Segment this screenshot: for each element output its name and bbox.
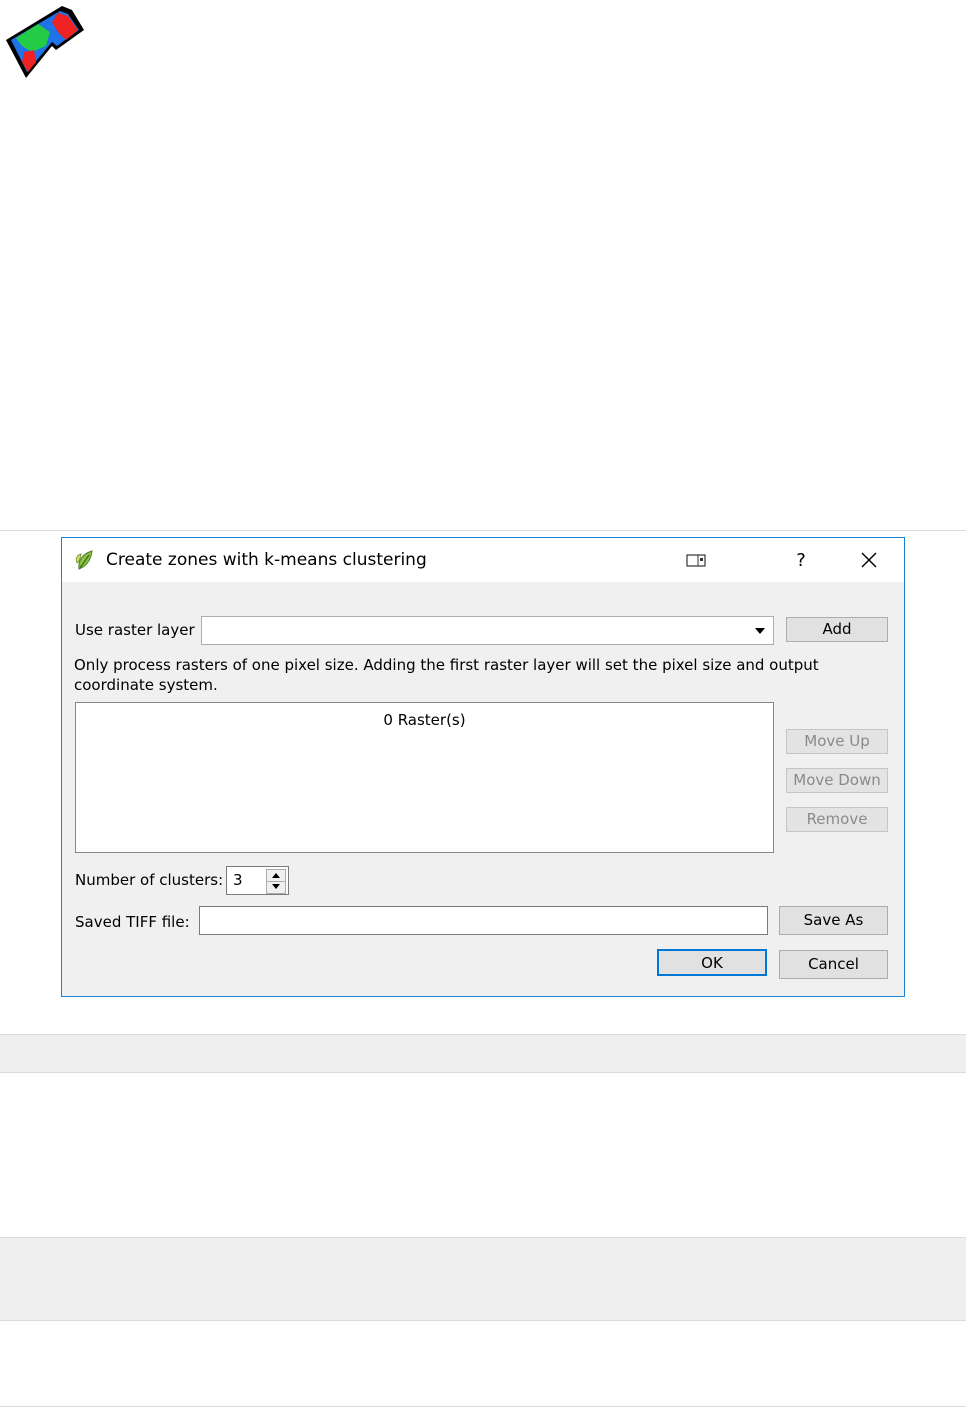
raster-count: 0 Raster(s)	[383, 711, 466, 729]
raster-layer-combo[interactable]	[201, 616, 774, 645]
keyboard-button[interactable]	[682, 546, 712, 574]
page-divider	[0, 1406, 966, 1407]
qgis-leaf-icon	[75, 550, 93, 570]
spin-up-button[interactable]	[267, 870, 285, 882]
close-icon	[861, 552, 877, 568]
clusters-spinbox[interactable]: 3	[226, 866, 289, 895]
ok-button[interactable]: OK	[657, 949, 767, 976]
info-text: Only process rasters of one pixel size. …	[74, 656, 819, 694]
spin-up-icon	[272, 873, 280, 878]
dialog-titlebar: Create zones with k-means clustering ?	[62, 538, 904, 582]
page-band	[0, 1237, 966, 1321]
tiff-label: Saved TIFF file:	[75, 913, 190, 931]
move-up-button[interactable]: Move Up	[786, 729, 888, 754]
use-raster-label: Use raster layer	[75, 621, 195, 639]
raster-list[interactable]: 0 Raster(s)	[75, 702, 774, 853]
chevron-down-icon	[755, 628, 765, 634]
add-button[interactable]: Add	[786, 617, 888, 642]
keyboard-icon	[686, 554, 706, 567]
dialog-title: Create zones with k-means clustering	[106, 550, 427, 570]
page-divider	[0, 530, 966, 531]
zones-logo-icon	[6, 6, 84, 78]
remove-button[interactable]: Remove	[786, 807, 888, 832]
spin-down-button[interactable]	[267, 882, 285, 893]
spin-down-icon	[272, 884, 280, 889]
kmeans-dialog: Create zones with k-means clustering ? U…	[61, 537, 905, 997]
move-down-button[interactable]: Move Down	[786, 768, 888, 793]
tiff-path-input[interactable]	[199, 906, 768, 935]
clusters-label: Number of clusters:	[75, 871, 224, 889]
cancel-button[interactable]: Cancel	[779, 950, 888, 979]
clusters-value: 3	[233, 871, 243, 889]
save-as-button[interactable]: Save As	[779, 906, 888, 935]
help-button[interactable]: ?	[786, 546, 816, 574]
spin-buttons	[266, 869, 286, 894]
page-band	[0, 1034, 966, 1073]
close-button[interactable]	[854, 546, 884, 574]
